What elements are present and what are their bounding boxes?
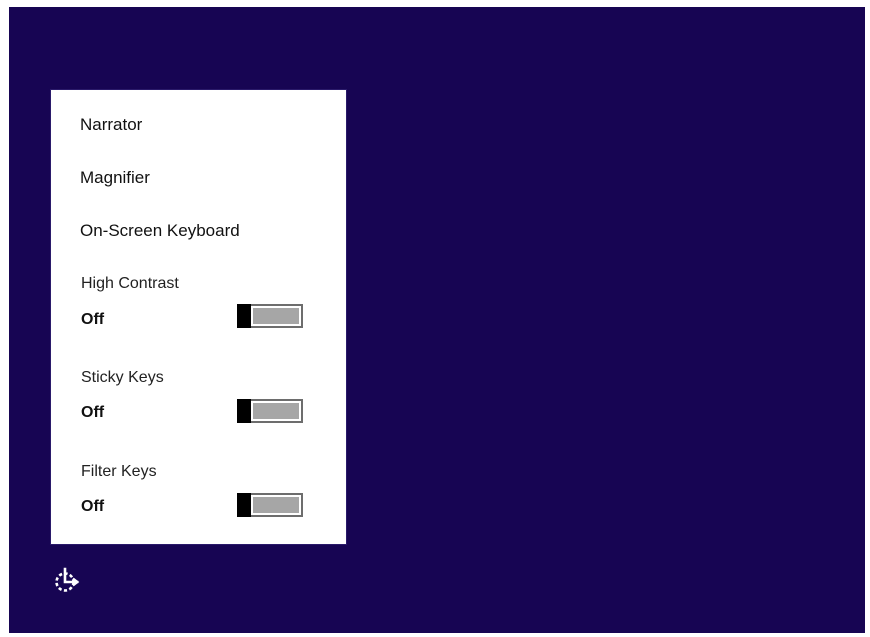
ease-of-access-icon-graphic (55, 567, 80, 592)
magnifier-item[interactable]: Magnifier (80, 168, 150, 188)
narrator-item[interactable]: Narrator (80, 115, 142, 135)
on-screen-keyboard-item[interactable]: On-Screen Keyboard (80, 221, 240, 241)
sticky-keys-toggle[interactable] (237, 399, 303, 423)
toggle-thumb (237, 304, 251, 328)
sticky-keys-state: Off (81, 404, 105, 421)
toggle-thumb (237, 399, 251, 423)
toggle-track (253, 403, 299, 419)
high-contrast-toggle[interactable] (237, 304, 303, 328)
toggle-thumb (237, 493, 251, 517)
high-contrast-state: Off (81, 311, 105, 328)
toggle-track (253, 497, 299, 513)
high-contrast-label: High Contrast (81, 275, 179, 292)
filter-keys-state: Off (81, 498, 105, 515)
toggle-track (253, 308, 299, 324)
ease-of-access-flyout: Narrator Magnifier On-Screen Keyboard Hi… (50, 89, 347, 545)
filter-keys-toggle[interactable] (237, 493, 303, 517)
filter-keys-label: Filter Keys (81, 463, 157, 480)
ease-of-access-icon[interactable] (52, 565, 82, 595)
sticky-keys-label: Sticky Keys (81, 369, 164, 386)
